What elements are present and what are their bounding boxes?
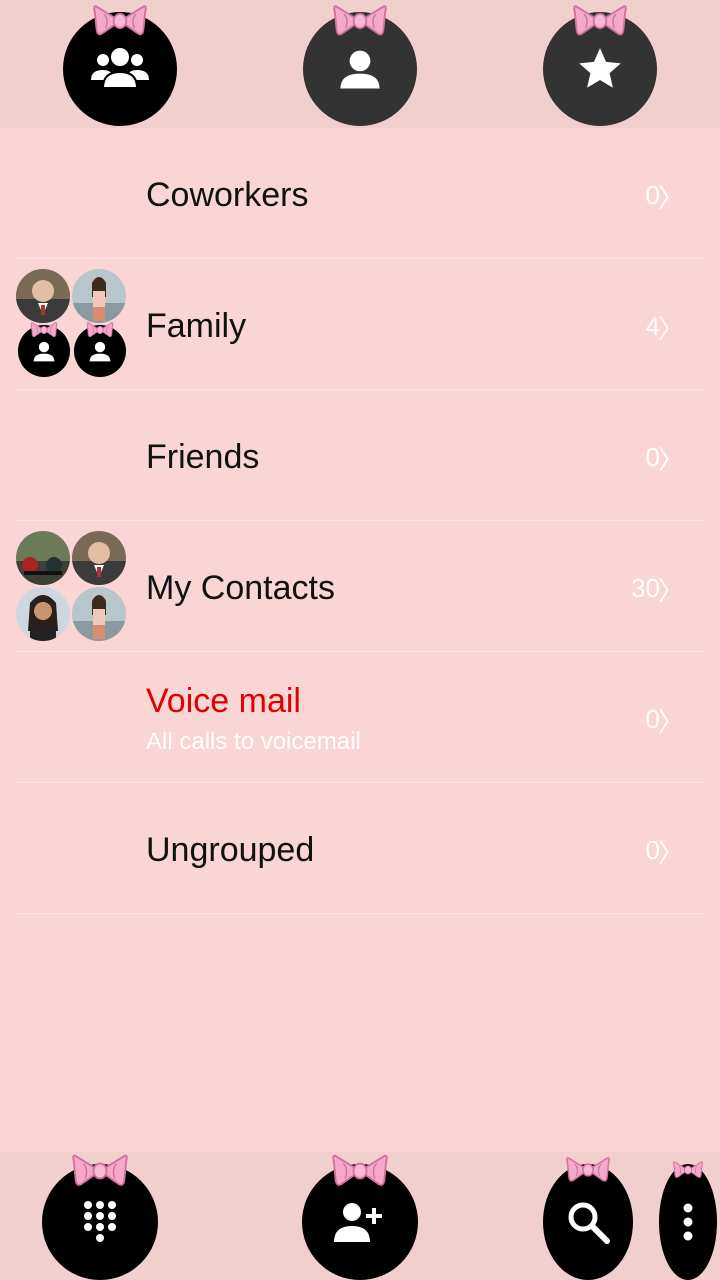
group-label: Ungrouped: [146, 831, 315, 869]
group-label: My Contacts: [146, 569, 335, 607]
groups-icon: [91, 46, 149, 89]
list-item-voice-mail[interactable]: Voice mail All calls to voicemail 0 〉: [16, 652, 704, 783]
list-item-ungrouped[interactable]: Ungrouped 0 〉: [16, 783, 704, 914]
avatar: [72, 587, 126, 641]
add-person-icon: [334, 1203, 382, 1242]
avatar: [72, 269, 126, 323]
group-sublabel: All calls to voicemail: [146, 728, 361, 755]
avatar: [16, 587, 70, 641]
person-icon: [31, 338, 57, 364]
person-icon: [87, 338, 113, 364]
group-label: Friends: [146, 438, 260, 476]
bow-decoration: [332, 1152, 388, 1190]
list-item-friends[interactable]: Friends 0 〉: [16, 390, 704, 521]
top-tab-bar: [0, 0, 720, 128]
search-icon: [568, 1202, 610, 1244]
more-vert-icon: [683, 1203, 693, 1241]
list-item-coworkers[interactable]: Coworkers 0 〉: [16, 128, 704, 259]
bow-decoration: [333, 2, 387, 40]
avatar: [72, 531, 126, 585]
chevron-right-icon: 〉: [657, 183, 684, 213]
bow-decoration: [86, 321, 114, 339]
group-label: Coworkers: [146, 176, 309, 214]
group-label: Family: [146, 307, 247, 345]
chevron-right-icon: 〉: [657, 838, 684, 868]
list-item-my-contacts[interactable]: My Contacts 30 〉: [16, 521, 704, 652]
bow-decoration: [673, 1152, 703, 1188]
group-label: Voice mail: [146, 682, 301, 720]
bow-decoration: [93, 2, 147, 40]
chevron-right-icon: 〉: [657, 576, 684, 606]
chevron-right-icon: 〉: [657, 445, 684, 475]
avatar: [16, 269, 70, 323]
group-count: 30: [631, 573, 660, 603]
bow-decoration: [30, 321, 58, 339]
list-item-family[interactable]: Family 4 〉: [16, 259, 704, 390]
avatar: [16, 531, 70, 585]
bottom-action-bar: [0, 1152, 720, 1280]
bow-decoration: [566, 1152, 610, 1188]
chevron-right-icon: 〉: [657, 314, 684, 344]
dialpad-icon: [84, 1201, 116, 1242]
bow-decoration: [573, 2, 627, 40]
star-icon: [579, 48, 621, 88]
person-icon: [340, 50, 380, 89]
chevron-right-icon: 〉: [657, 707, 684, 737]
bow-decoration: [72, 1152, 128, 1190]
